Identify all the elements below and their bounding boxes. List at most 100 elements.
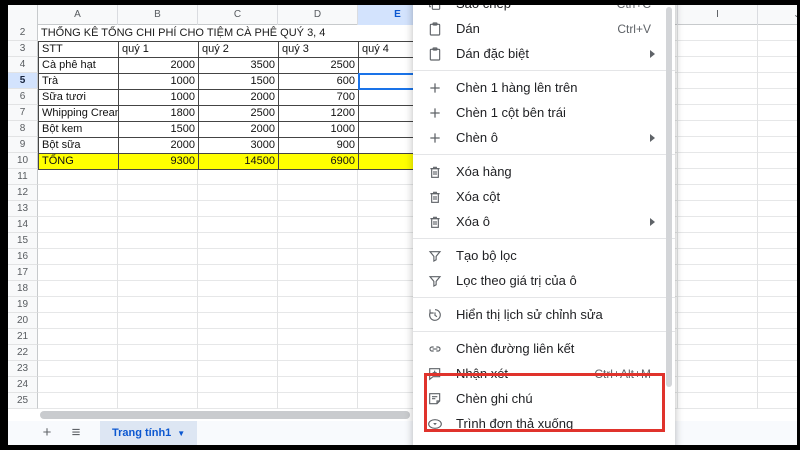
- row-header-23[interactable]: 23: [8, 361, 38, 377]
- cell[interactable]: 3500: [199, 58, 279, 74]
- menu-item[interactable]: Lọc theo giá trị của ô: [413, 268, 675, 293]
- filter-icon: [427, 248, 443, 264]
- row-header-8[interactable]: 8: [8, 121, 38, 137]
- column-header-B[interactable]: B: [118, 5, 198, 25]
- cell[interactable]: 700: [279, 90, 359, 106]
- select-all-corner[interactable]: [8, 5, 38, 25]
- menu-item[interactable]: Dán đặc biệt: [413, 41, 675, 66]
- row-header-25[interactable]: 25: [8, 393, 38, 409]
- table-row: Bột sữa 2000 3000 900: [39, 138, 439, 154]
- menu-item-label: Trình đơn thả xuống: [456, 416, 574, 431]
- cell[interactable]: 2000: [119, 58, 199, 74]
- cell[interactable]: 1500: [119, 122, 199, 138]
- column-header-I[interactable]: I: [678, 5, 758, 25]
- menu-item-label: Dán: [456, 21, 480, 36]
- menu-item[interactable]: Tạo bộ lọc: [413, 243, 675, 268]
- row-header-11[interactable]: 11: [8, 169, 38, 185]
- menu-item[interactable]: Sao chépCtrl+C: [413, 5, 675, 16]
- row-header-12[interactable]: 12: [8, 185, 38, 201]
- menu-item[interactable]: Dán Ctrl+V: [413, 16, 675, 41]
- cell[interactable]: quý 1: [119, 42, 199, 58]
- menu-item[interactable]: Chèn 1 cột bên trái: [413, 100, 675, 125]
- row-header-15[interactable]: 15: [8, 233, 38, 249]
- cell[interactable]: 1000: [119, 74, 199, 90]
- menu-item[interactable]: Nhận xét Ctrl+Alt+M: [413, 361, 675, 386]
- row-header-5[interactable]: 5: [8, 73, 38, 89]
- menu-item[interactable]: Chèn ô: [413, 125, 675, 150]
- row-header-7[interactable]: 7: [8, 105, 38, 121]
- row-header-13[interactable]: 13: [8, 201, 38, 217]
- cell[interactable]: 900: [279, 138, 359, 154]
- cell[interactable]: 6900: [279, 154, 359, 170]
- row-header-20[interactable]: 20: [8, 313, 38, 329]
- row-header-21[interactable]: 21: [8, 329, 38, 345]
- row-header-22[interactable]: 22: [8, 345, 38, 361]
- context-menu-scrollbar[interactable]: [666, 7, 672, 387]
- menu-item[interactable]: Xóa cột: [413, 184, 675, 209]
- menu-item[interactable]: Xóa ô: [413, 209, 675, 234]
- cell[interactable]: Cà phê hạt: [39, 58, 119, 74]
- cell[interactable]: 2000: [199, 90, 279, 106]
- all-sheets-menu-button[interactable]: ≡: [65, 421, 87, 445]
- paste-icon: [427, 46, 443, 62]
- row-header-6[interactable]: 6: [8, 89, 38, 105]
- row-header-24[interactable]: 24: [8, 377, 38, 393]
- cell[interactable]: STT: [39, 42, 119, 58]
- cell[interactable]: 1500: [199, 74, 279, 90]
- menu-item[interactable]: Xóa hàng: [413, 159, 675, 184]
- row-header-10[interactable]: 10: [8, 153, 38, 169]
- sheet-tab[interactable]: Trang tính1 ▼: [100, 421, 198, 445]
- menu-separator: [413, 70, 675, 71]
- add-sheet-button[interactable]: +: [36, 421, 58, 445]
- cell[interactable]: Whipping Cream: [39, 106, 119, 122]
- column-header-D[interactable]: D: [278, 5, 358, 25]
- filter-icon: [427, 273, 443, 289]
- menu-item-label: Chèn ghi chú: [456, 391, 533, 406]
- dropdown-icon: [427, 416, 443, 432]
- cell[interactable]: 1200: [279, 106, 359, 122]
- menu-item[interactable]: Chèn 1 hàng lên trên: [413, 75, 675, 100]
- row-header-18[interactable]: 18: [8, 281, 38, 297]
- cell[interactable]: 14500: [199, 154, 279, 170]
- column-header-C[interactable]: C: [198, 5, 278, 25]
- row-header-16[interactable]: 16: [8, 249, 38, 265]
- cell[interactable]: 1000: [279, 122, 359, 138]
- cell[interactable]: Bột kem: [39, 122, 119, 138]
- row-header-14[interactable]: 14: [8, 217, 38, 233]
- row-header-9[interactable]: 9: [8, 137, 38, 153]
- row-header-2[interactable]: 2: [8, 25, 38, 41]
- trash-icon: [427, 164, 443, 180]
- cell[interactable]: 600: [279, 74, 359, 90]
- row-header-3[interactable]: 3: [8, 41, 38, 57]
- cell[interactable]: 3000: [199, 138, 279, 154]
- row-header-4[interactable]: 4: [8, 57, 38, 73]
- column-header-A[interactable]: A: [38, 5, 118, 25]
- expense-table: STT quý 1 quý 2 quý 3 quý 4 Cà phê hạt 2000 350…: [38, 41, 439, 170]
- row-header-19[interactable]: 19: [8, 297, 38, 313]
- cell[interactable]: Sữa tươi: [39, 90, 119, 106]
- cell[interactable]: Bột sữa: [39, 138, 119, 154]
- menu-item[interactable]: Trình đơn thả xuống: [413, 411, 675, 436]
- cell[interactable]: 1800: [119, 106, 199, 122]
- menu-item[interactable]: Chèn đường liên kết: [413, 336, 675, 361]
- menu-item[interactable]: Chèn ghi chú: [413, 386, 675, 411]
- cell[interactable]: 9300: [119, 154, 199, 170]
- row-header-17[interactable]: 17: [8, 265, 38, 281]
- cell[interactable]: 2000: [199, 122, 279, 138]
- cell[interactable]: quý 2: [199, 42, 279, 58]
- title-cell[interactable]: THỐNG KÊ TỔNG CHI PHÍ CHO TIỆM CÀ PHÊ QU…: [38, 25, 438, 41]
- cell[interactable]: 1000: [119, 90, 199, 106]
- horizontal-scrollbar[interactable]: [40, 411, 410, 419]
- sheet-tab-caret-icon[interactable]: ▼: [177, 429, 185, 438]
- comment-icon: [427, 366, 443, 382]
- cell[interactable]: TỔNG: [39, 154, 119, 170]
- cell[interactable]: 2000: [119, 138, 199, 154]
- menu-item-label: Chèn đường liên kết: [456, 341, 575, 356]
- cell[interactable]: 2500: [279, 58, 359, 74]
- cell[interactable]: 2500: [199, 106, 279, 122]
- trash-icon: [427, 214, 443, 230]
- cell[interactable]: quý 3: [279, 42, 359, 58]
- cell[interactable]: Trà: [39, 74, 119, 90]
- column-header-J[interactable]: J: [758, 5, 797, 25]
- menu-item[interactable]: Hiển thị lịch sử chỉnh sửa: [413, 302, 675, 327]
